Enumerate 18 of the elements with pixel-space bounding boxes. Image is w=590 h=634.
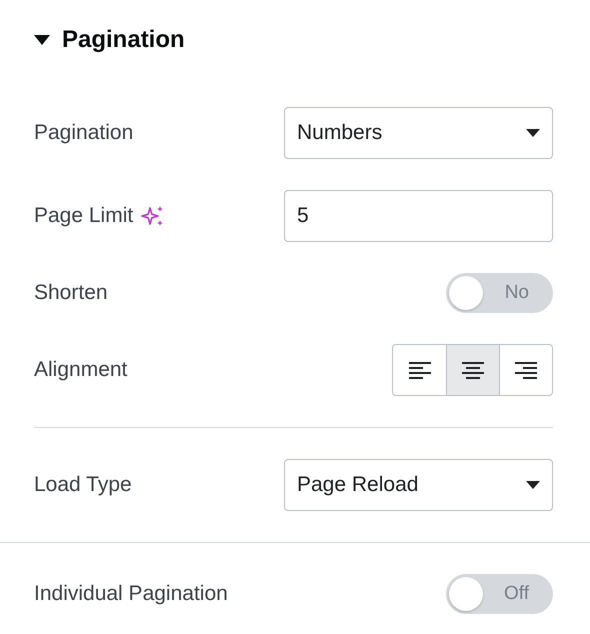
field-label: Page Limit <box>34 204 134 228</box>
alignment-button[interactable] <box>499 345 552 395</box>
field-label: Load Type <box>34 473 132 497</box>
select-field[interactable]: Numbers <box>284 107 553 159</box>
select-field[interactable]: Page Reload <box>284 459 553 511</box>
align-right-icon <box>515 362 537 378</box>
collapse-caret-icon[interactable] <box>34 35 50 45</box>
section-title[interactable]: Pagination <box>62 26 185 54</box>
field-label: Shorten <box>34 281 108 305</box>
alignment-button[interactable] <box>446 345 499 395</box>
field-label: Individual Pagination <box>34 582 228 606</box>
align-center-icon <box>462 362 484 378</box>
dropdown-caret-icon <box>526 129 540 137</box>
dropdown-caret-icon <box>526 481 540 489</box>
field-label: Pagination <box>34 121 134 145</box>
input-field[interactable]: 5 <box>284 190 553 242</box>
field-label: Alignment <box>34 358 128 382</box>
align-left-icon <box>408 362 430 378</box>
